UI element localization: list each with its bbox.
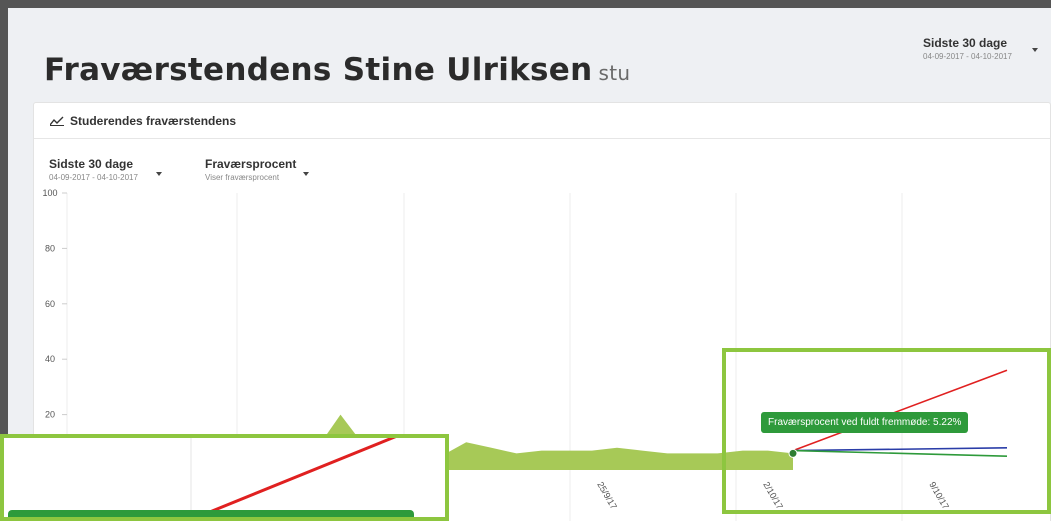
tooltip: Fraværsprocent ved fuldt fremmøde: 5.22% — [761, 412, 969, 433]
y-tick-label: 20 — [45, 410, 55, 420]
y-tick-label: 40 — [45, 354, 55, 364]
zoom-tooltip-edge — [8, 510, 414, 517]
zoom-red-line — [193, 438, 397, 517]
tooltip-text: Fraværsprocent ved fuldt fremmøde: 5.22% — [768, 417, 962, 428]
zoom-overlay — [0, 434, 449, 521]
zoom-overlay-graphic — [8, 438, 414, 517]
y-axis-ticks: 100 80 60 40 20 — [42, 188, 67, 420]
y-tick-label: 80 — [45, 243, 55, 253]
y-tick-label: 100 — [42, 188, 57, 198]
y-tick-label: 60 — [45, 299, 55, 309]
x-tick-label: 25/9/17 — [595, 480, 619, 511]
